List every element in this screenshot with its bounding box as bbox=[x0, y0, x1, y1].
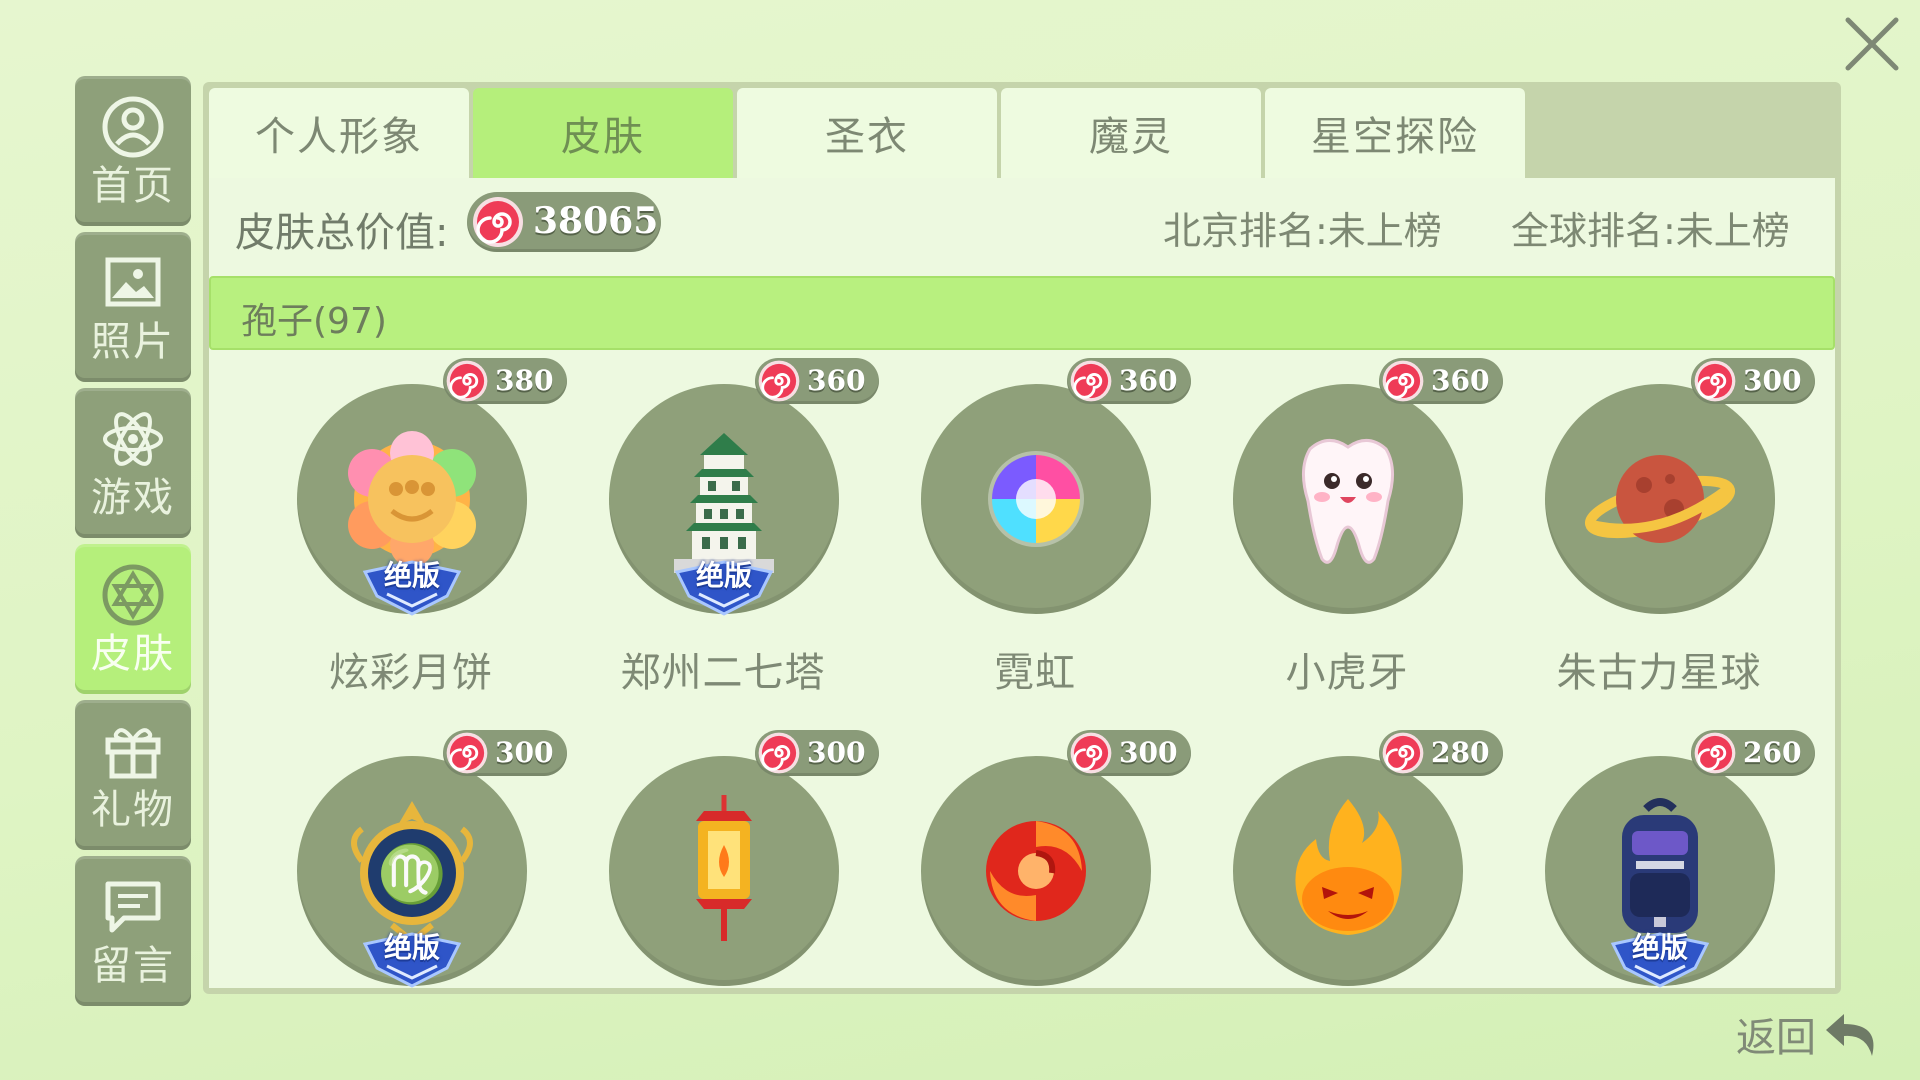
price-badge: 360 bbox=[1379, 358, 1503, 404]
total-value-badge: 38065 bbox=[467, 192, 661, 252]
sidebar-item-label: 照片 bbox=[91, 319, 175, 365]
total-value-label: 皮肤总价值: bbox=[235, 210, 449, 256]
candy-currency-icon bbox=[1070, 732, 1112, 774]
limited-edition-label: 绝版 bbox=[1631, 931, 1688, 964]
skins-content: 皮肤总价值: 38065 北京排名:未上榜 全球排名:未上榜 孢子(97) 38… bbox=[209, 178, 1835, 988]
candy-currency-icon bbox=[1694, 360, 1736, 402]
price-badge: 360 bbox=[1067, 358, 1191, 404]
candy-currency-icon bbox=[758, 360, 800, 402]
price-value: 360 bbox=[1119, 364, 1178, 397]
price-badge: 380 bbox=[443, 358, 567, 404]
candy-currency-icon bbox=[1694, 732, 1736, 774]
price-value: 300 bbox=[1119, 736, 1178, 769]
candy-currency-icon bbox=[1382, 732, 1424, 774]
price-value: 380 bbox=[495, 364, 554, 397]
skin-item[interactable]: ♍ 300 绝版 bbox=[255, 730, 567, 988]
red-swirl-icon bbox=[986, 821, 1086, 921]
category-title: 孢子(97) bbox=[241, 301, 387, 342]
back-label: 返回 bbox=[1736, 1015, 1816, 1061]
sidebar-item-label: 游戏 bbox=[91, 475, 175, 521]
main-panel: 个人形象 皮肤 圣衣 魔灵 星空探险 皮肤总价值: 38065 北京排名:未上榜… bbox=[203, 82, 1841, 994]
candy-currency-icon bbox=[1382, 360, 1424, 402]
sidebar-item-photos[interactable]: 照片 bbox=[75, 232, 191, 382]
tab-holy-armor[interactable]: 圣衣 bbox=[737, 88, 997, 178]
close-button[interactable] bbox=[1838, 10, 1906, 78]
skin-name: 朱古力星球 bbox=[1556, 650, 1762, 696]
planet-icon bbox=[1584, 455, 1736, 543]
price-badge: 280 bbox=[1379, 730, 1503, 776]
price-badge: 300 bbox=[755, 730, 879, 776]
gift-icon bbox=[105, 728, 161, 779]
skin-item[interactable]: 380 绝版 炫彩月饼 bbox=[255, 358, 567, 730]
svg-text:♍: ♍ bbox=[377, 842, 447, 907]
price-value: 360 bbox=[807, 364, 866, 397]
sidebar-item-games[interactable]: 游戏 bbox=[75, 388, 191, 538]
skin-name: 炫彩月饼 bbox=[329, 650, 493, 696]
skin-name: 霓虹 bbox=[994, 650, 1076, 696]
skin-name: 郑州二七塔 bbox=[620, 650, 826, 696]
message-icon bbox=[105, 881, 161, 933]
skin-item[interactable]: 300 bbox=[567, 730, 879, 988]
sidebar-item-label: 礼物 bbox=[91, 787, 175, 833]
candy-currency-icon bbox=[446, 360, 488, 402]
limited-edition-label: 绝版 bbox=[695, 559, 752, 592]
tab-spirits[interactable]: 魔灵 bbox=[1001, 88, 1261, 178]
global-rank: 全球排名:未上榜 bbox=[1511, 209, 1790, 253]
total-value: 38065 bbox=[533, 200, 659, 242]
price-badge: 300 bbox=[443, 730, 567, 776]
skin-grid: 380 绝版 炫彩月饼 360 绝版 郑州二七塔 360 霓虹 360 小虎牙 … bbox=[209, 350, 1835, 988]
tab-bar: 个人形象 皮肤 圣衣 魔灵 星空探险 bbox=[209, 88, 1529, 178]
skin-item[interactable]: 360 霓虹 bbox=[879, 358, 1191, 730]
skin-item[interactable]: 360 绝版 郑州二七塔 bbox=[567, 358, 879, 730]
category-header[interactable]: 孢子(97) bbox=[209, 276, 1835, 350]
price-value: 300 bbox=[807, 736, 866, 769]
user-icon bbox=[102, 96, 164, 158]
sidebar-item-gifts[interactable]: 礼物 bbox=[75, 700, 191, 850]
sidebar: 首页 照片 游戏 皮肤 礼物 留言 bbox=[75, 76, 191, 1012]
lantern-icon bbox=[696, 795, 752, 941]
sidebar-item-label: 首页 bbox=[91, 163, 175, 209]
tab-skins[interactable]: 皮肤 bbox=[473, 88, 733, 178]
back-button[interactable]: 返回 bbox=[1736, 1004, 1884, 1064]
price-value: 280 bbox=[1431, 736, 1490, 769]
price-value: 300 bbox=[495, 736, 554, 769]
candy-currency-icon bbox=[1070, 360, 1112, 402]
price-badge: 260 bbox=[1691, 730, 1815, 776]
skin-item[interactable]: 300 朱古力星球 bbox=[1503, 358, 1815, 730]
limited-edition-label: 绝版 bbox=[383, 931, 440, 964]
price-value: 300 bbox=[1743, 364, 1802, 397]
skin-icon bbox=[102, 564, 164, 626]
stats-row: 皮肤总价值: 38065 北京排名:未上榜 全球排名:未上榜 bbox=[209, 178, 1835, 264]
price-badge: 360 bbox=[755, 358, 879, 404]
skin-item[interactable]: 280 bbox=[1191, 730, 1503, 988]
sidebar-item-label: 皮肤 bbox=[91, 631, 175, 677]
atom-icon bbox=[103, 412, 163, 466]
price-value: 360 bbox=[1431, 364, 1490, 397]
tab-star-adventure[interactable]: 星空探险 bbox=[1265, 88, 1525, 178]
neon-orb-icon bbox=[988, 451, 1084, 547]
candy-currency-icon bbox=[473, 197, 523, 247]
price-badge: 300 bbox=[1067, 730, 1191, 776]
sidebar-item-label: 留言 bbox=[91, 943, 175, 989]
price-value: 260 bbox=[1743, 736, 1802, 769]
photo-icon bbox=[105, 257, 161, 307]
tab-avatar[interactable]: 个人形象 bbox=[209, 88, 469, 178]
fire-face-icon bbox=[1295, 799, 1402, 935]
candy-currency-icon bbox=[446, 732, 488, 774]
tooth-icon bbox=[1302, 439, 1394, 564]
sidebar-item-messages[interactable]: 留言 bbox=[75, 856, 191, 1006]
price-badge: 300 bbox=[1691, 358, 1815, 404]
close-icon bbox=[1845, 17, 1899, 71]
skin-item[interactable]: 360 小虎牙 bbox=[1191, 358, 1503, 730]
limited-edition-label: 绝版 bbox=[383, 559, 440, 592]
sidebar-item-home[interactable]: 首页 bbox=[75, 76, 191, 226]
back-arrow-icon bbox=[1826, 1014, 1874, 1056]
sidebar-item-skins[interactable]: 皮肤 bbox=[75, 544, 191, 694]
skin-item[interactable]: 260 绝版 bbox=[1503, 730, 1815, 988]
beijing-rank: 北京排名:未上榜 bbox=[1163, 209, 1442, 253]
skin-item[interactable]: 300 bbox=[879, 730, 1191, 988]
candy-currency-icon bbox=[758, 732, 800, 774]
skin-name: 小虎牙 bbox=[1285, 650, 1409, 696]
